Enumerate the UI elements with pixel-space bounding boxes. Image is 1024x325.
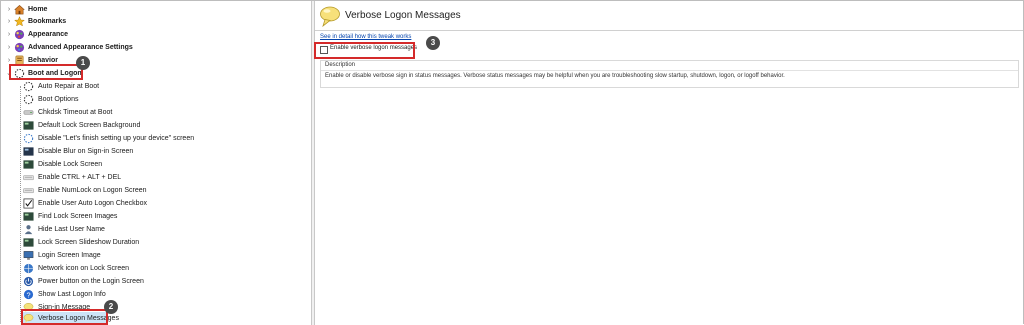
tree-item-label: Show Last Logon Info bbox=[38, 291, 106, 298]
category-tree[interactable]: › Home › Bookmarks › Appearance › Advanc… bbox=[1, 1, 311, 325]
tree-item-label: Boot Options bbox=[38, 96, 79, 103]
message-bubble-icon bbox=[320, 6, 340, 27]
description-text: Enable or disable verbose sign in status… bbox=[325, 73, 785, 79]
tree-item-label: Find Lock Screen Images bbox=[38, 213, 118, 220]
monitor-icon bbox=[23, 251, 34, 260]
star-icon bbox=[14, 16, 25, 27]
tree-item-label: Chkdsk Timeout at Boot bbox=[38, 109, 113, 116]
tree-item-label: Enable NumLock on Logon Screen bbox=[38, 187, 147, 194]
keyboard-icon bbox=[23, 188, 34, 194]
disk-drive-icon bbox=[23, 110, 34, 115]
home-icon bbox=[14, 5, 25, 15]
tree-item-label: Bookmarks bbox=[28, 18, 67, 25]
boot-logon-icon bbox=[23, 94, 34, 105]
winaero-tweaker-window: › Home › Bookmarks › Appearance › Advanc… bbox=[0, 0, 1024, 325]
tree-item-label: Disable Blur on Sign-in Screen bbox=[38, 148, 134, 155]
boot-logon-icon bbox=[23, 81, 34, 92]
tree-item-label: Lock Screen Slideshow Duration bbox=[38, 239, 140, 246]
tree-item-label: Appearance bbox=[28, 31, 69, 38]
palette-icon bbox=[14, 42, 25, 53]
lock-screen-image-icon bbox=[23, 160, 34, 169]
tree-item-label: Login Screen Image bbox=[38, 252, 101, 259]
expand-arrow-icon[interactable]: › bbox=[5, 41, 13, 54]
tree-item-label: Hide Last User Name bbox=[38, 226, 105, 233]
tree-item-label: Advanced Appearance Settings bbox=[28, 44, 133, 51]
lock-screen-image-icon bbox=[23, 212, 34, 221]
divider bbox=[321, 70, 1018, 71]
callout-badge-2: 2 bbox=[104, 300, 118, 314]
power-icon bbox=[23, 276, 34, 287]
tree-item-label: Power button on the Login Screen bbox=[38, 278, 144, 285]
tree-item-label: Enable User Auto Logon Checkbox bbox=[38, 200, 147, 207]
help-icon: ? bbox=[23, 289, 34, 299]
highlight-box-verbose-logon bbox=[21, 309, 108, 325]
svg-text:?: ? bbox=[26, 290, 30, 299]
description-box: Description Enable or disable verbose si… bbox=[320, 60, 1019, 88]
tree-item-label: Enable CTRL + ALT + DEL bbox=[38, 174, 122, 181]
checkbox-icon bbox=[23, 198, 34, 209]
keyboard-icon bbox=[23, 175, 34, 181]
highlight-box-checkbox bbox=[314, 42, 415, 59]
page-title: Verbose Logon Messages bbox=[345, 10, 461, 21]
description-header: Description bbox=[325, 62, 356, 68]
expand-arrow-icon[interactable]: › bbox=[5, 15, 13, 28]
divider bbox=[315, 30, 1023, 31]
callout-badge-3: 3 bbox=[426, 36, 440, 50]
network-icon bbox=[23, 263, 34, 274]
callout-badge-1: 1 bbox=[76, 56, 90, 70]
user-icon bbox=[24, 225, 33, 235]
boot-logon-icon bbox=[23, 133, 34, 144]
tree-item-label: Network icon on Lock Screen bbox=[38, 265, 130, 272]
appearance-icon bbox=[14, 29, 25, 40]
tree-item-label: Auto Repair at Boot bbox=[38, 83, 100, 90]
tree-item-label: Default Lock Screen Background bbox=[38, 122, 141, 129]
lock-screen-image-icon bbox=[23, 238, 34, 247]
highlight-box-boot-and-logon bbox=[9, 64, 83, 80]
tree-item-label: Disable Lock Screen bbox=[38, 161, 103, 168]
expand-arrow-icon[interactable]: › bbox=[5, 28, 13, 41]
detail-pane: Verbose Logon Messages See in detail how… bbox=[314, 1, 1023, 325]
lock-screen-image-icon bbox=[23, 121, 34, 130]
tweak-details-link[interactable]: See in detail how this tweak works bbox=[320, 34, 411, 40]
tree-item-label: Disable "Let's finish setting up your de… bbox=[38, 135, 195, 142]
tree-guide-line bbox=[20, 86, 21, 322]
lock-screen-image-icon bbox=[23, 147, 34, 156]
